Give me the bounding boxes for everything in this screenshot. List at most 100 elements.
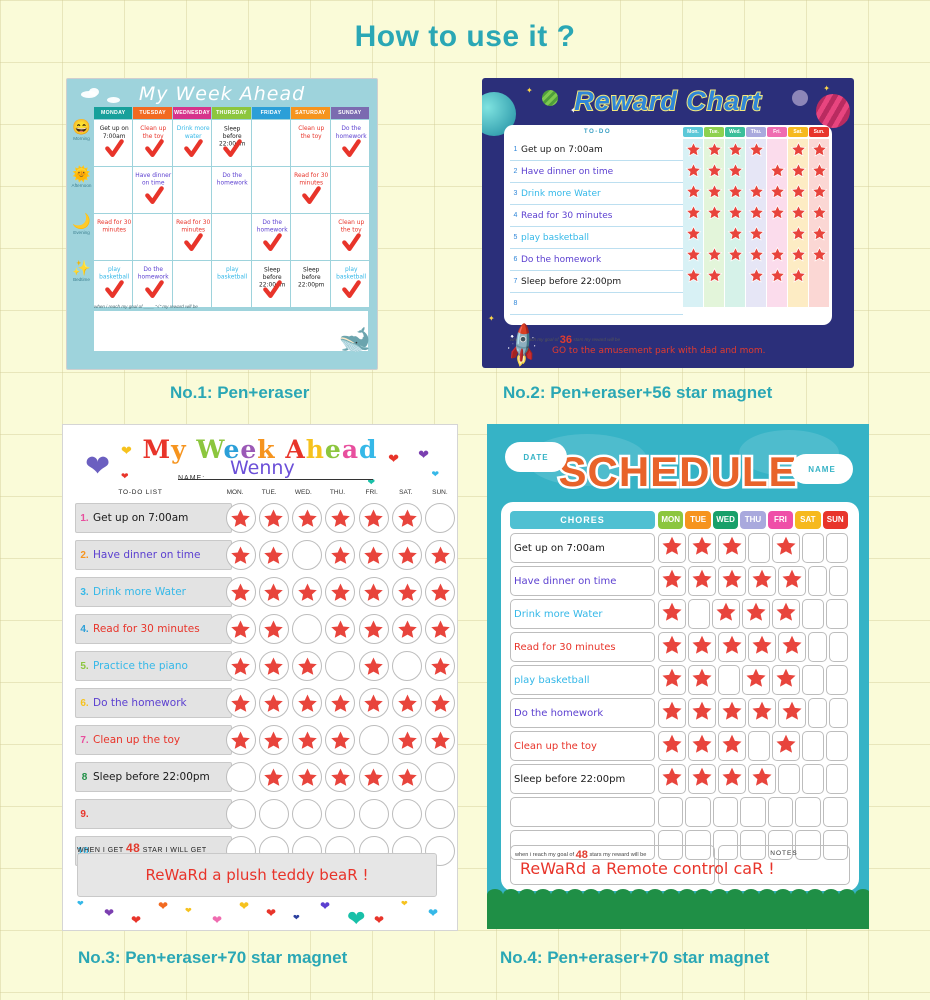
- panel4-cell-7-4[interactable]: [778, 764, 800, 794]
- panel1-cell-0-2[interactable]: Drink more water: [172, 120, 212, 166]
- panel2-star-cell-2-2[interactable]: [725, 181, 745, 202]
- panel4-cell-1-5[interactable]: [808, 566, 827, 596]
- panel4-cell-2-3[interactable]: [742, 599, 770, 629]
- panel4-cell-8-6[interactable]: [822, 797, 848, 827]
- panel2-star-cell-2-3[interactable]: [746, 181, 766, 202]
- panel4-cell-3-5[interactable]: [808, 632, 827, 662]
- panel3-slot-1-3[interactable]: [324, 540, 357, 570]
- panel4-cell-6-1[interactable]: [688, 731, 716, 761]
- panel1-cell-3-1[interactable]: Do the homework: [133, 261, 172, 307]
- panel2-star-cell-7-2[interactable]: [725, 286, 745, 307]
- panel2-star-cell-5-1[interactable]: [704, 244, 724, 265]
- panel2-star-cell-0-1[interactable]: [704, 139, 724, 160]
- panel4-cell-6-5[interactable]: [802, 731, 824, 761]
- panel3-slot-8-6[interactable]: [424, 799, 457, 829]
- panel2-star-cell-2-6[interactable]: [809, 181, 829, 202]
- panel3-slot-7-3[interactable]: [324, 762, 357, 792]
- panel4-cell-0-0[interactable]: [658, 533, 686, 563]
- panel1-cell-2-1[interactable]: [133, 214, 172, 260]
- panel3-slot-2-6[interactable]: [424, 577, 457, 607]
- panel4-cell-8-1[interactable]: [685, 797, 711, 827]
- panel3-row-label[interactable]: 4. Read for 30 minutes: [75, 614, 232, 644]
- panel3-slot-1-1[interactable]: [257, 540, 290, 570]
- panel1-cell-2-6[interactable]: Clean up the toy: [330, 214, 369, 260]
- panel3-slot-4-3[interactable]: [324, 651, 357, 681]
- panel4-cell-5-4[interactable]: [778, 698, 806, 728]
- panel2-task-row-4[interactable]: 5 play basketball: [510, 227, 683, 249]
- panel3-slot-1-2[interactable]: [291, 540, 324, 570]
- panel2-star-cell-4-0[interactable]: [683, 223, 703, 244]
- panel4-cell-1-1[interactable]: [688, 566, 716, 596]
- panel3-slot-6-0[interactable]: [224, 725, 257, 755]
- panel2-star-cell-7-6[interactable]: [809, 286, 829, 307]
- panel1-cell-3-6[interactable]: play basketball: [330, 261, 369, 307]
- panel4-cell-0-1[interactable]: [688, 533, 716, 563]
- panel4-cell-8-5[interactable]: [795, 797, 821, 827]
- panel3-slot-0-5[interactable]: [390, 503, 423, 533]
- panel2-star-cell-6-2[interactable]: [725, 265, 745, 286]
- panel4-cell-2-0[interactable]: [658, 599, 686, 629]
- panel2-star-cell-6-0[interactable]: [683, 265, 703, 286]
- panel4-cell-8-4[interactable]: [767, 797, 794, 827]
- panel3-slot-5-6[interactable]: [424, 688, 457, 718]
- panel3-slot-8-2[interactable]: [291, 799, 324, 829]
- panel1-cell-0-6[interactable]: Do the homework: [330, 120, 369, 166]
- panel4-cell-7-2[interactable]: [718, 764, 746, 794]
- panel2-star-cell-6-1[interactable]: [704, 265, 724, 286]
- panel4-cell-7-5[interactable]: [802, 764, 824, 794]
- panel3-slot-0-4[interactable]: [357, 503, 390, 533]
- panel3-row-label[interactable]: 1. Get up on 7:00am: [75, 503, 232, 533]
- panel3-slot-2-0[interactable]: [224, 577, 257, 607]
- panel2-star-cell-5-4[interactable]: [767, 244, 787, 265]
- panel3-slot-8-1[interactable]: [257, 799, 290, 829]
- panel2-star-cell-1-6[interactable]: [809, 160, 829, 181]
- panel2-star-cell-7-3[interactable]: [746, 286, 766, 307]
- panel3-slot-3-0[interactable]: [224, 614, 257, 644]
- panel4-cell-2-4[interactable]: [772, 599, 800, 629]
- panel2-task-row-0[interactable]: 1 Get up on 7:00am: [510, 139, 683, 161]
- panel1-cell-0-1[interactable]: Clean up the toy: [133, 120, 172, 166]
- panel2-task-row-6[interactable]: 7 Sleep before 22:00pm: [510, 271, 683, 293]
- panel4-cell-7-0[interactable]: [658, 764, 686, 794]
- panel3-slot-8-4[interactable]: [357, 799, 390, 829]
- panel3-slot-6-5[interactable]: [390, 725, 423, 755]
- panel4-chore-label[interactable]: Sleep before 22:00pm: [510, 764, 655, 794]
- panel4-cell-8-3[interactable]: [740, 797, 766, 827]
- panel2-star-cell-3-3[interactable]: [746, 202, 766, 223]
- panel4-cell-6-4[interactable]: [772, 731, 800, 761]
- panel2-star-cell-7-1[interactable]: [704, 286, 724, 307]
- panel3-slot-7-4[interactable]: [357, 762, 390, 792]
- panel4-cell-3-0[interactable]: [658, 632, 686, 662]
- panel2-star-cell-0-4[interactable]: [767, 139, 787, 160]
- panel1-cell-0-5[interactable]: Clean up the toy: [291, 120, 330, 166]
- panel4-cell-1-4[interactable]: [778, 566, 806, 596]
- panel4-chore-label[interactable]: Clean up the toy: [510, 731, 655, 761]
- panel3-slot-1-5[interactable]: [390, 540, 423, 570]
- panel3-slot-6-1[interactable]: [257, 725, 290, 755]
- panel2-star-cell-5-3[interactable]: [746, 244, 766, 265]
- panel1-cell-2-3[interactable]: [212, 214, 251, 260]
- panel2-star-cell-2-5[interactable]: [788, 181, 808, 202]
- panel4-name-field[interactable]: NAME: [791, 454, 853, 484]
- panel4-cell-7-6[interactable]: [826, 764, 848, 794]
- panel3-slot-3-3[interactable]: [324, 614, 357, 644]
- panel3-slot-5-3[interactable]: [324, 688, 357, 718]
- panel3-slot-6-3[interactable]: [324, 725, 357, 755]
- panel1-cell-2-5[interactable]: [291, 214, 330, 260]
- panel3-slot-0-1[interactable]: [257, 503, 290, 533]
- panel4-cell-6-0[interactable]: [658, 731, 686, 761]
- panel4-chore-label[interactable]: Have dinner on time: [510, 566, 655, 596]
- panel4-cell-2-2[interactable]: [712, 599, 740, 629]
- panel2-star-cell-3-0[interactable]: [683, 202, 703, 223]
- panel4-cell-3-2[interactable]: [718, 632, 746, 662]
- panel3-slot-4-2[interactable]: [291, 651, 324, 681]
- panel3-slot-1-4[interactable]: [357, 540, 390, 570]
- panel3-name-value[interactable]: Wenny: [230, 457, 295, 479]
- panel3-slot-3-6[interactable]: [424, 614, 457, 644]
- panel2-star-cell-0-0[interactable]: [683, 139, 703, 160]
- panel2-task-row-5[interactable]: 6 Do the homework: [510, 249, 683, 271]
- panel1-cell-2-0[interactable]: Read for 30 minutes: [94, 214, 133, 260]
- panel2-star-cell-1-3[interactable]: [746, 160, 766, 181]
- panel4-cell-0-4[interactable]: [772, 533, 800, 563]
- panel2-star-cell-1-5[interactable]: [788, 160, 808, 181]
